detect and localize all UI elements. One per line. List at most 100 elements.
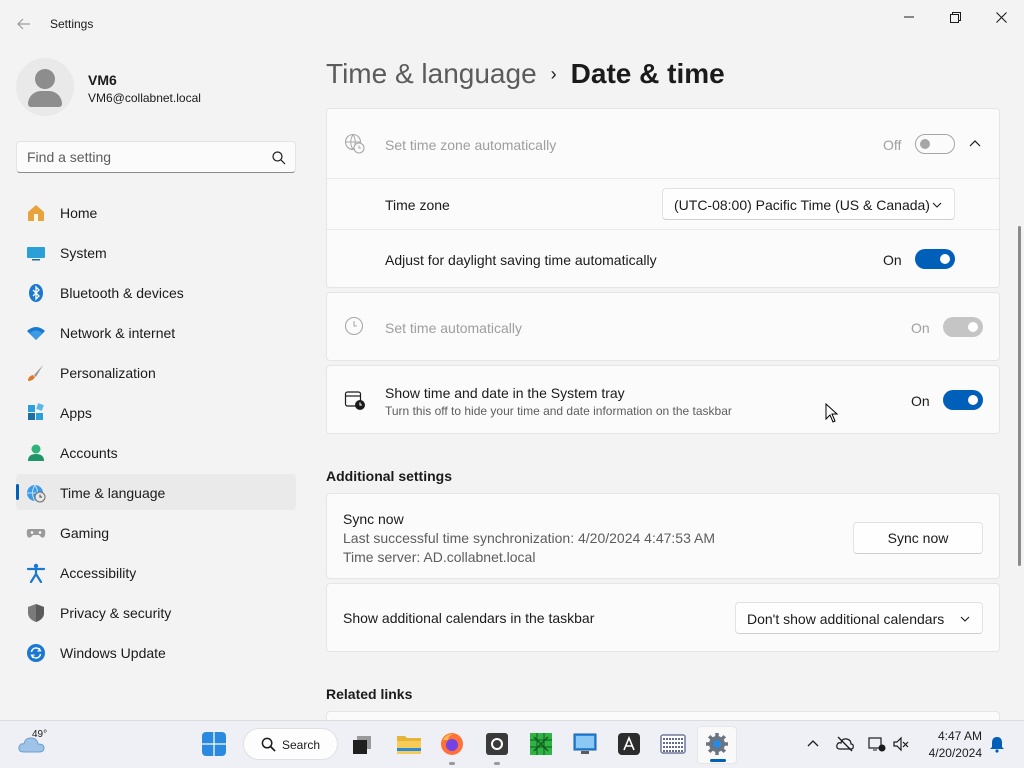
settings-taskbar-button[interactable] (697, 726, 737, 764)
daylight-saving-label: Adjust for daylight saving time automati… (385, 252, 657, 268)
sidebar-item-time-language[interactable]: Time & language (16, 474, 296, 510)
time-zone-globe-icon (344, 133, 365, 154)
system-tray-card: Show time and date in the System tray Tu… (326, 365, 1000, 434)
additional-calendars-value: Don't show additional calendars (747, 611, 945, 627)
remote-desktop-icon[interactable] (573, 732, 597, 756)
running-indicator (494, 762, 500, 765)
sidebar-item-label: Bluetooth & devices (60, 285, 184, 301)
set-time-automatically-toggle (943, 317, 983, 337)
bluetooth-icon (29, 284, 43, 302)
chevron-up-icon[interactable] (969, 139, 981, 147)
set-time-automatically-card: Set time automatically On (326, 292, 1000, 361)
daylight-saving-toggle[interactable] (915, 249, 955, 269)
additional-settings-heading: Additional settings (326, 468, 452, 484)
divider (327, 178, 999, 179)
cloud-offline-icon[interactable] (836, 735, 854, 753)
sidebar-item-system[interactable]: System (16, 234, 296, 270)
taskbar-clock-time[interactable]: 4:47 AM (926, 729, 982, 743)
content-scrollbar[interactable] (1018, 226, 1021, 566)
globe-clock-icon (27, 484, 46, 503)
restore-icon (949, 11, 961, 23)
sidebar-item-label: Home (60, 205, 98, 221)
sidebar-item-accessibility[interactable]: Accessibility (16, 554, 296, 590)
time-zone-value: (UTC-08:00) Pacific Time (US & Canada) (674, 197, 930, 213)
chevron-down-icon (960, 616, 970, 622)
sidebar-item-label: Apps (60, 405, 92, 421)
avatar[interactable] (16, 58, 74, 116)
apps-icon (28, 403, 44, 420)
breadcrumb: Time & language › Date & time (326, 58, 725, 90)
weather-temperature: 49° (32, 729, 48, 740)
time-server-text: Time server: AD.collabnet.local (343, 549, 536, 565)
toggle-knob (968, 395, 978, 405)
related-links-heading: Related links (326, 686, 413, 702)
gamepad-icon (26, 529, 46, 538)
system-tray-toggle[interactable] (943, 390, 983, 410)
font-app-icon[interactable] (618, 733, 640, 755)
auto-time-zone-toggle[interactable] (915, 134, 955, 154)
taskbar-search[interactable]: Search (243, 728, 338, 760)
auto-time-zone-row[interactable]: Set time zone automatically Off (327, 109, 999, 178)
file-explorer-icon[interactable] (396, 733, 422, 755)
clock-icon (344, 316, 364, 336)
auto-time-zone-state: Off (883, 137, 902, 153)
additional-calendars-dropdown[interactable]: Don't show additional calendars (735, 602, 983, 634)
volume-muted-icon[interactable] (892, 735, 910, 753)
task-view-icon[interactable] (352, 735, 372, 755)
calendar-clock-icon (344, 391, 365, 410)
sidebar-item-label: Privacy & security (60, 605, 172, 621)
outlook-icon[interactable] (485, 732, 509, 756)
breadcrumb-parent-link[interactable]: Time & language (326, 58, 537, 90)
chevron-up-icon[interactable] (804, 735, 822, 753)
sidebar-item-bluetooth[interactable]: Bluetooth & devices (16, 274, 296, 310)
sidebar-item-accounts[interactable]: Accounts (16, 434, 296, 470)
accounts-icon (28, 444, 44, 461)
sidebar-item-privacy[interactable]: Privacy & security (16, 594, 296, 630)
minimize-button[interactable] (886, 6, 932, 28)
time-zone-dropdown[interactable]: (UTC-08:00) Pacific Time (US & Canada) (662, 188, 955, 220)
set-time-automatically-label: Set time automatically (385, 320, 522, 336)
sidebar-item-personalization[interactable]: Personalization (16, 354, 296, 390)
toggle-knob (920, 139, 930, 149)
sidebar-item-windows-update[interactable]: Windows Update (16, 634, 296, 670)
notification-bell-icon[interactable] (988, 735, 1006, 753)
sidebar-item-label: Accounts (60, 445, 118, 461)
time-zone-card: Set time zone automatically Off Time zon… (326, 108, 1000, 288)
title-bar: Settings (0, 0, 1024, 48)
sidebar-item-label: Windows Update (60, 645, 166, 661)
sidebar-item-label: Personalization (60, 365, 156, 381)
breadcrumb-separator: › (550, 63, 557, 84)
system-tray-label: Show time and date in the System tray (385, 385, 625, 401)
page-title: Date & time (570, 58, 725, 89)
close-button[interactable] (978, 6, 1024, 28)
back-button[interactable] (12, 12, 36, 36)
search-icon[interactable] (271, 150, 287, 166)
active-indicator (710, 759, 726, 762)
taskbar-clock-date[interactable]: 4/20/2024 (916, 746, 982, 760)
network-icon[interactable] (868, 735, 886, 753)
weather-widget[interactable]: 49° (14, 721, 64, 768)
sidebar-item-home[interactable]: Home (16, 194, 296, 230)
additional-calendars-label: Show additional calendars in the taskbar (343, 610, 595, 626)
avatar-head (35, 69, 55, 89)
start-icon[interactable] (202, 732, 226, 756)
keyboard-app-icon[interactable] (660, 734, 686, 754)
settings-search-box[interactable] (16, 141, 296, 173)
auto-time-zone-label: Set time zone automatically (385, 137, 557, 153)
sidebar-item-network[interactable]: Network & internet (16, 314, 296, 350)
sidebar-item-apps[interactable]: Apps (16, 394, 296, 430)
last-sync-text: Last successful time synchronization: 4/… (343, 530, 715, 546)
sidebar-item-gaming[interactable]: Gaming (16, 514, 296, 550)
additional-calendars-card: Show additional calendars in the taskbar… (326, 583, 1000, 652)
sync-now-button[interactable]: Sync now (853, 522, 983, 554)
firefox-icon[interactable] (440, 732, 464, 756)
back-arrow-icon (17, 18, 30, 30)
spreadsheet-icon[interactable] (529, 732, 553, 756)
wifi-icon (27, 327, 45, 340)
search-icon (261, 737, 276, 752)
sidebar-item-label: Accessibility (60, 565, 137, 581)
window-title: Settings (50, 17, 94, 31)
restore-button[interactable] (932, 6, 978, 28)
running-indicator (449, 762, 455, 765)
search-input[interactable] (27, 148, 257, 166)
